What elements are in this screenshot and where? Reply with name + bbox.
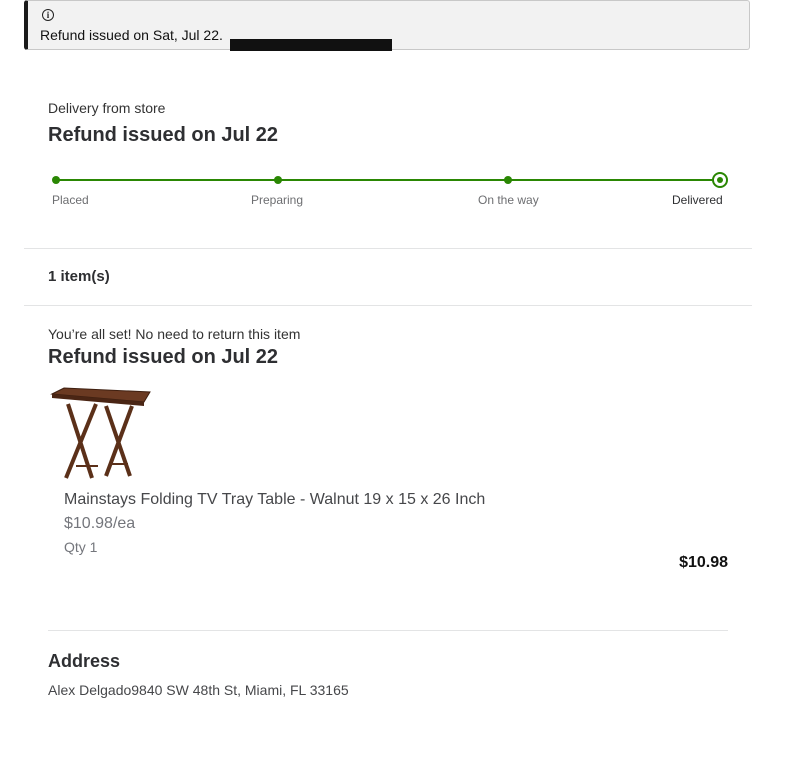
- step-dot-on-the-way: [504, 176, 512, 184]
- step-label-on-the-way: On the way: [478, 193, 539, 207]
- return-note: You’re all set! No need to return this i…: [48, 326, 301, 342]
- section-divider: [48, 630, 728, 631]
- alert-text: Refund issued on Sat, Jul 22.: [40, 27, 223, 43]
- step-dot-preparing: [274, 176, 282, 184]
- delivery-method-label: Delivery from store: [48, 100, 166, 116]
- alert-underline-shade: [230, 39, 392, 51]
- section-divider: [24, 305, 752, 306]
- info-icon: i: [42, 9, 54, 21]
- product-name-link[interactable]: Mainstays Folding TV Tray Table - Walnut…: [64, 491, 485, 509]
- progress-line: [56, 179, 720, 181]
- item-status-title: Refund issued on Jul 22: [48, 346, 279, 368]
- address-heading: Address: [48, 651, 121, 671]
- address-line: Alex Delgado9840 SW 48th St, Miami, FL 3…: [48, 682, 349, 698]
- step-label-preparing: Preparing: [251, 193, 304, 207]
- step-dot-placed: [52, 176, 60, 184]
- step-label-placed: Placed: [52, 193, 89, 207]
- step-dot-delivered: [712, 172, 728, 188]
- items-count: 1 item(s): [48, 268, 110, 285]
- step-label-delivered: Delivered: [672, 193, 723, 207]
- section-divider: [24, 248, 752, 249]
- order-status-title: Refund issued on Jul 22: [48, 124, 279, 146]
- product-total-price: $10.98: [679, 554, 728, 571]
- product-image[interactable]: [48, 386, 152, 490]
- refund-alert-banner: i Refund issued on Sat, Jul 22.: [24, 0, 750, 51]
- product-unit-price: $10.98/ea: [64, 515, 136, 532]
- product-quantity: Qty 1: [64, 539, 98, 555]
